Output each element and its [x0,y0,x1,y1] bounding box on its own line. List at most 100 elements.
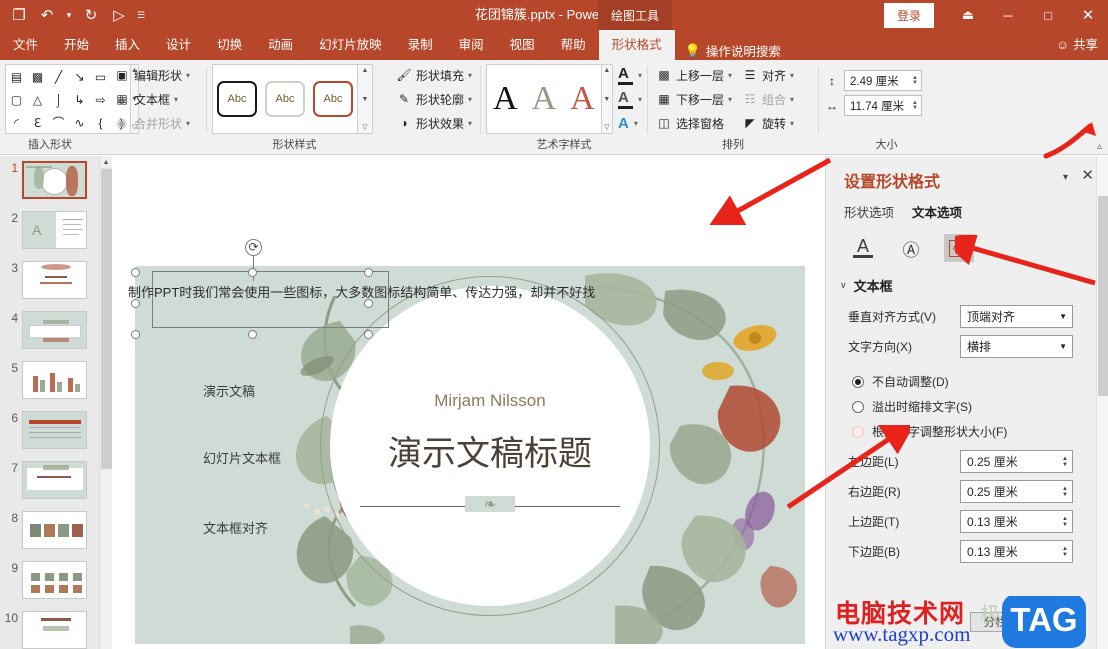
text-effects-icon[interactable]: Ⓐ [896,234,926,262]
thumbnail-image[interactable] [22,411,87,449]
chevron-down-icon[interactable]: ▾ [728,71,732,80]
shape-item[interactable]: ◜ [6,111,27,134]
radio-do-not-autofit[interactable]: 不自动调整(D) [826,369,1108,394]
thumbnail-image[interactable] [22,161,87,199]
pane-tab-shape-options[interactable]: 形状选项 [844,202,894,221]
shape-item[interactable]: ▢ [6,88,27,111]
side-label-1[interactable]: 演示文稿 [203,381,255,400]
gallery-scroll-down-icon[interactable]: ▼ [362,96,369,103]
pane-close-icon[interactable]: ✕ [1081,166,1094,184]
side-label-3[interactable]: 文本框对齐 [203,518,268,537]
left-margin-stepper[interactable]: ▲ ▼ [1062,456,1068,468]
chevron-down-icon[interactable]: ▾ [468,71,472,80]
resize-handle-nw[interactable] [131,268,140,277]
shape-style-scroll[interactable]: ▲ ▼ ▽ [358,64,373,134]
radio-button[interactable] [852,400,864,413]
bring-forward-button[interactable]: ▩ 上移一层 ▾ [653,64,735,86]
thumbnail-item[interactable]: 10 [0,606,99,649]
save-icon[interactable]: ❐ [6,3,32,27]
thumbnail-item[interactable]: 2 A [0,206,99,256]
radio-button[interactable] [852,425,864,438]
chevron-down-icon[interactable]: ▾ [790,119,794,128]
pane-options-chevron-icon[interactable]: ▾ [1063,172,1068,183]
pane-scrollbar[interactable] [1096,156,1108,649]
gallery-scroll-up-icon[interactable]: ▲ [362,67,369,74]
tab-transitions[interactable]: 切换 [204,30,255,60]
text-fill-outline-icon[interactable]: A [848,234,878,262]
thumbnail-item[interactable]: 9 [0,556,99,606]
tab-home[interactable]: 开始 [51,30,102,60]
slide-subtitle[interactable]: Mirjam Nilsson [330,391,650,411]
resize-handle-n[interactable] [248,268,257,277]
textbox-text[interactable]: 制作PPT时我们常会使用一些图标，大多数图标结构简单、传达力强，却并不好找 [128,282,595,301]
chevron-down-icon[interactable]: ▼ [1059,342,1067,351]
chevron-down-icon[interactable]: ▾ [638,95,642,104]
thumbnail-image[interactable] [22,311,87,349]
shape-item[interactable]: ▤ [6,65,27,88]
collapse-ribbon-icon[interactable]: ▵ [1097,141,1102,152]
tab-view[interactable]: 视图 [497,30,548,60]
tab-record[interactable]: 录制 [395,30,446,60]
thumbnail-item[interactable]: 4 [0,306,99,356]
left-margin-input[interactable]: 0.25 厘米 ▲ ▼ [960,450,1073,473]
shape-height-stepper[interactable]: ▲ ▼ [912,75,918,86]
wordart-thumb[interactable]: A [532,82,557,116]
align-button[interactable]: ☰ 对齐 ▾ [739,64,797,86]
shape-style-thumb[interactable]: Abc [217,81,257,117]
resize-handle-e[interactable] [364,299,373,308]
chevron-down-icon[interactable]: ▾ [728,95,732,104]
radio-resize-shape-to-fit-text[interactable]: 根据文字调整形状大小(F) [826,419,1108,444]
chevron-down-icon[interactable]: ▼ [1059,312,1067,321]
wordart-thumb[interactable]: A [570,82,595,116]
thumbnail-item[interactable]: 6 [0,406,99,456]
right-margin-stepper[interactable]: ▲ ▼ [1062,486,1068,498]
tab-animations[interactable]: 动画 [255,30,306,60]
shape-effects-button[interactable]: ◑ 形状效果 ▾ [393,112,475,134]
gallery-more-icon[interactable]: ▽ [362,124,367,131]
shape-item[interactable]: ⌡ [48,88,69,111]
tab-help[interactable]: 帮助 [548,30,599,60]
scroll-up-icon[interactable]: ▲ [100,156,112,169]
chevron-down-icon[interactable]: ∨ [840,280,847,291]
chevron-down-icon[interactable]: ▾ [468,95,472,104]
text-outline-button[interactable]: A ▾ [617,88,642,110]
thumbnail-image[interactable] [22,461,87,499]
ribbon-display-options-icon[interactable]: ⏏ [948,0,988,30]
text-fill-button[interactable]: A ▾ [617,64,642,86]
thumbnail-image[interactable] [22,561,87,599]
thumbnail-image[interactable] [22,611,87,649]
radio-shrink-text-on-overflow[interactable]: 溢出时缩排文字(S) [826,394,1108,419]
chevron-down-icon[interactable]: ▾ [468,119,472,128]
gallery-scroll-down-icon[interactable]: ▼ [603,96,610,103]
shape-outline-button[interactable]: ✎ 形状轮廓 ▾ [393,88,475,110]
shape-item[interactable]: ℇ [27,111,48,134]
right-margin-input[interactable]: 0.25 厘米 ▲ ▼ [960,480,1073,503]
shape-item[interactable]: ╱ [48,65,69,88]
bottom-margin-input[interactable]: 0.13 厘米 ▲ ▼ [960,540,1073,563]
chevron-down-icon[interactable]: ▾ [634,119,638,128]
undo-icon[interactable]: ↶ [34,3,60,27]
shape-item[interactable]: ∿ [69,111,90,134]
radio-button[interactable] [852,375,864,388]
tell-me-search[interactable]: 💡 操作说明搜索 [675,41,781,60]
minimize-button[interactable]: ─ [988,0,1028,30]
pane-tab-text-options[interactable]: 文本选项 [912,202,962,221]
gallery-scroll-up-icon[interactable]: ▲ [603,67,610,74]
thumbnail-image[interactable] [22,261,87,299]
wordart-gallery-scroll[interactable]: ▲ ▼ ▽ [601,64,613,134]
tab-review[interactable]: 审阅 [446,30,497,60]
text-effects-button[interactable]: A ▾ [618,112,642,134]
chevron-down-icon[interactable]: ▾ [790,71,794,80]
shape-style-thumb[interactable]: Abc [313,81,353,117]
shape-width-input[interactable]: 11.74 厘米 ▲ ▼ [844,95,922,116]
shape-fill-button[interactable]: 🖌 形状填充 ▾ [393,64,475,86]
shape-width-stepper[interactable]: ▲ ▼ [912,100,918,111]
tab-design[interactable]: 设计 [153,30,204,60]
shape-item[interactable]: ▩ [27,65,48,88]
scrollbar-thumb[interactable] [1098,196,1108,396]
redo-icon[interactable]: ↻ [78,3,104,27]
bottom-margin-stepper[interactable]: ▲ ▼ [1062,546,1068,558]
text-box-button[interactable]: ▤ 文本框 ▾ [111,88,193,110]
shape-item[interactable]: ↳ [69,88,90,111]
format-shape-pane[interactable]: 设置形状格式 ▾ ✕ 形状选项 文本选项 A Ⓐ A≡ ∨ 文本框 垂直对齐方式… [825,156,1108,649]
